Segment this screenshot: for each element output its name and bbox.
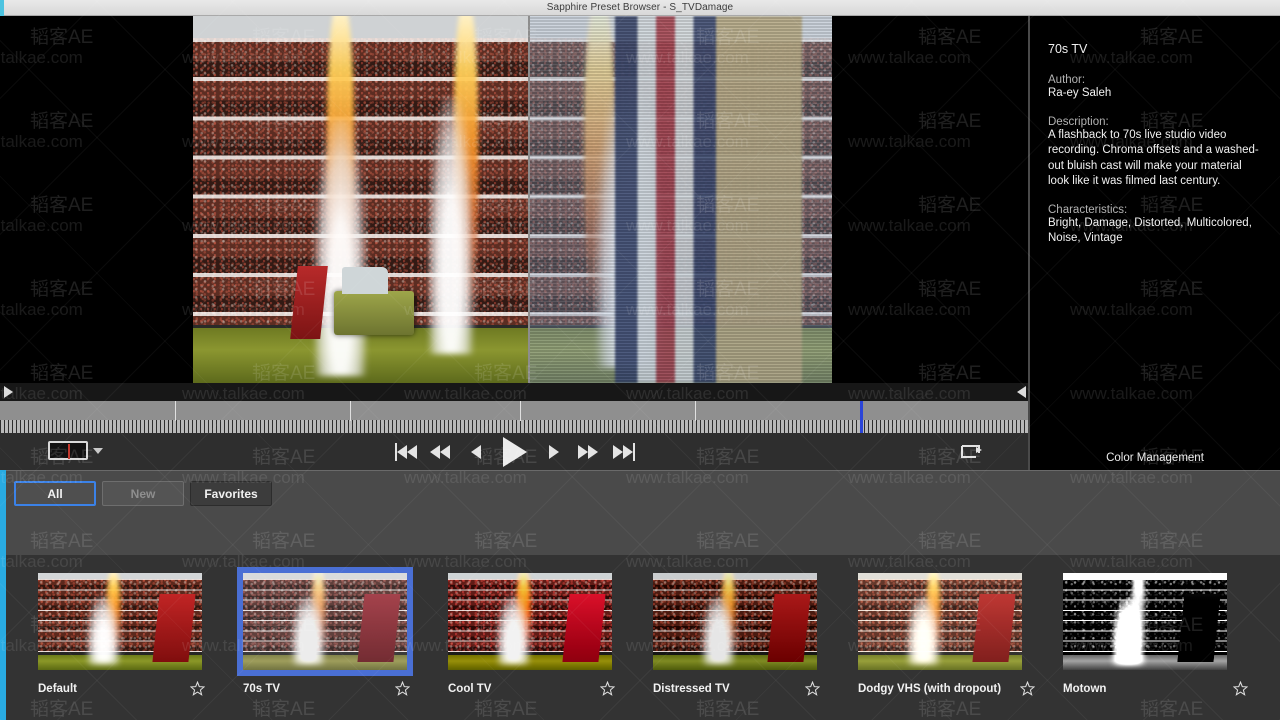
star-outline-icon[interactable] xyxy=(599,680,616,696)
timeline-major-tick xyxy=(350,401,352,421)
step-back-button[interactable] xyxy=(465,441,487,463)
preset-card-70s-tv[interactable]: 70s TV xyxy=(237,555,442,720)
star-outline-icon[interactable] xyxy=(189,680,206,696)
fast-forward-button[interactable] xyxy=(578,441,600,463)
info-description-label: Description: xyxy=(1048,115,1109,128)
tab-new-label: New xyxy=(130,486,156,501)
timeline-major-tick xyxy=(175,401,177,421)
preset-thumbnail[interactable] xyxy=(38,573,202,670)
tab-favorites-label: Favorites xyxy=(204,486,258,501)
preset-label: Dodgy VHS (with dropout) xyxy=(858,683,1002,695)
filter-bar: All New Favorites Add Filter Preview on … xyxy=(0,470,1280,555)
preset-label: 70s TV xyxy=(243,683,281,695)
preset-grid: Default 70s TV Cool TV Distressed TV Dod… xyxy=(0,555,1280,720)
preset-card-default[interactable]: Default xyxy=(32,555,237,720)
star-outline-icon[interactable] xyxy=(1019,680,1036,696)
info-description-value: A flashback to 70s live studio video rec… xyxy=(1048,128,1259,188)
preset-card-motown[interactable]: Motown xyxy=(1057,555,1262,720)
color-management-label: Color Management xyxy=(1106,452,1204,464)
color-management-button[interactable]: Color Management xyxy=(1030,446,1280,470)
step-forward-icon xyxy=(549,444,559,459)
tab-all[interactable]: All xyxy=(14,481,96,506)
step-forward-button[interactable] xyxy=(543,441,565,463)
rewind-icon xyxy=(430,444,440,459)
preset-card-distressed-tv[interactable]: Distressed TV xyxy=(647,555,852,720)
skip-to-start-button[interactable] xyxy=(395,441,417,463)
star-outline-icon[interactable] xyxy=(804,680,821,696)
timeline-ticks xyxy=(0,420,1030,433)
transport-bar xyxy=(0,433,1030,470)
sapphire-preset-browser-window: Sapphire Preset Browser - S_TVDamage 70s… xyxy=(0,0,1280,720)
tab-new[interactable]: New xyxy=(102,481,184,506)
preview-viewer[interactable] xyxy=(0,16,1030,383)
skip-forward-icon xyxy=(613,444,623,459)
timeline-ruler[interactable] xyxy=(0,401,1030,433)
play-icon xyxy=(503,436,527,467)
tab-favorites[interactable]: Favorites xyxy=(190,481,272,506)
preset-label: Cool TV xyxy=(448,683,492,695)
preset-label: Distressed TV xyxy=(653,683,730,695)
preset-thumbnail[interactable] xyxy=(653,573,817,670)
preset-label: Default xyxy=(38,683,77,695)
step-back-icon xyxy=(471,444,481,459)
timeline-playhead[interactable] xyxy=(860,401,864,433)
preset-thumbnail[interactable] xyxy=(858,573,1022,670)
preset-thumbnail[interactable] xyxy=(1063,573,1227,670)
preview-source-frame xyxy=(193,16,528,383)
preset-card-cool-tv[interactable]: Cool TV xyxy=(442,555,647,720)
play-right-icon[interactable] xyxy=(1017,386,1026,398)
wipe-divider[interactable] xyxy=(528,16,530,383)
preview-effect-frame xyxy=(530,16,832,383)
info-author-value: Ra-ey Saleh xyxy=(1048,87,1112,99)
info-characteristics-label: Characteristics: xyxy=(1048,203,1128,216)
skip-to-end-button[interactable] xyxy=(613,441,635,463)
window-title: Sapphire Preset Browser - S_TVDamage xyxy=(546,2,734,13)
info-characteristics-value: Bright, Damage, Distorted, Multicolored,… xyxy=(1048,216,1252,245)
preset-card-dodgy-vhs[interactable]: Dodgy VHS (with dropout) xyxy=(852,555,1057,720)
left-accent-strip xyxy=(0,470,6,720)
preset-label: Motown xyxy=(1063,683,1107,695)
info-author-label: Author: xyxy=(1048,74,1086,86)
preset-info-panel: 70s TV Author: Ra-ey Saleh Description: … xyxy=(1030,16,1280,470)
scrub-range-bar[interactable] xyxy=(0,383,1030,401)
play-button[interactable] xyxy=(500,436,530,468)
preset-thumbnail[interactable] xyxy=(243,573,407,670)
star-outline-icon[interactable] xyxy=(394,680,411,696)
loop-icon[interactable] xyxy=(959,442,985,461)
timeline-major-tick xyxy=(695,401,697,421)
title-bar: Sapphire Preset Browser - S_TVDamage xyxy=(0,0,1280,16)
preset-thumbnail[interactable] xyxy=(448,573,612,670)
rewind-button[interactable] xyxy=(430,441,452,463)
play-left-icon[interactable] xyxy=(4,386,13,398)
info-preset-name: 70s TV xyxy=(1048,42,1088,56)
timeline-major-tick xyxy=(520,401,522,421)
star-outline-icon[interactable] xyxy=(1232,680,1249,696)
tab-all-label: All xyxy=(47,486,63,501)
filter-tabs: All New Favorites xyxy=(14,481,272,506)
fast-forward-icon xyxy=(578,444,588,459)
title-bar-accent-strip xyxy=(0,0,4,16)
